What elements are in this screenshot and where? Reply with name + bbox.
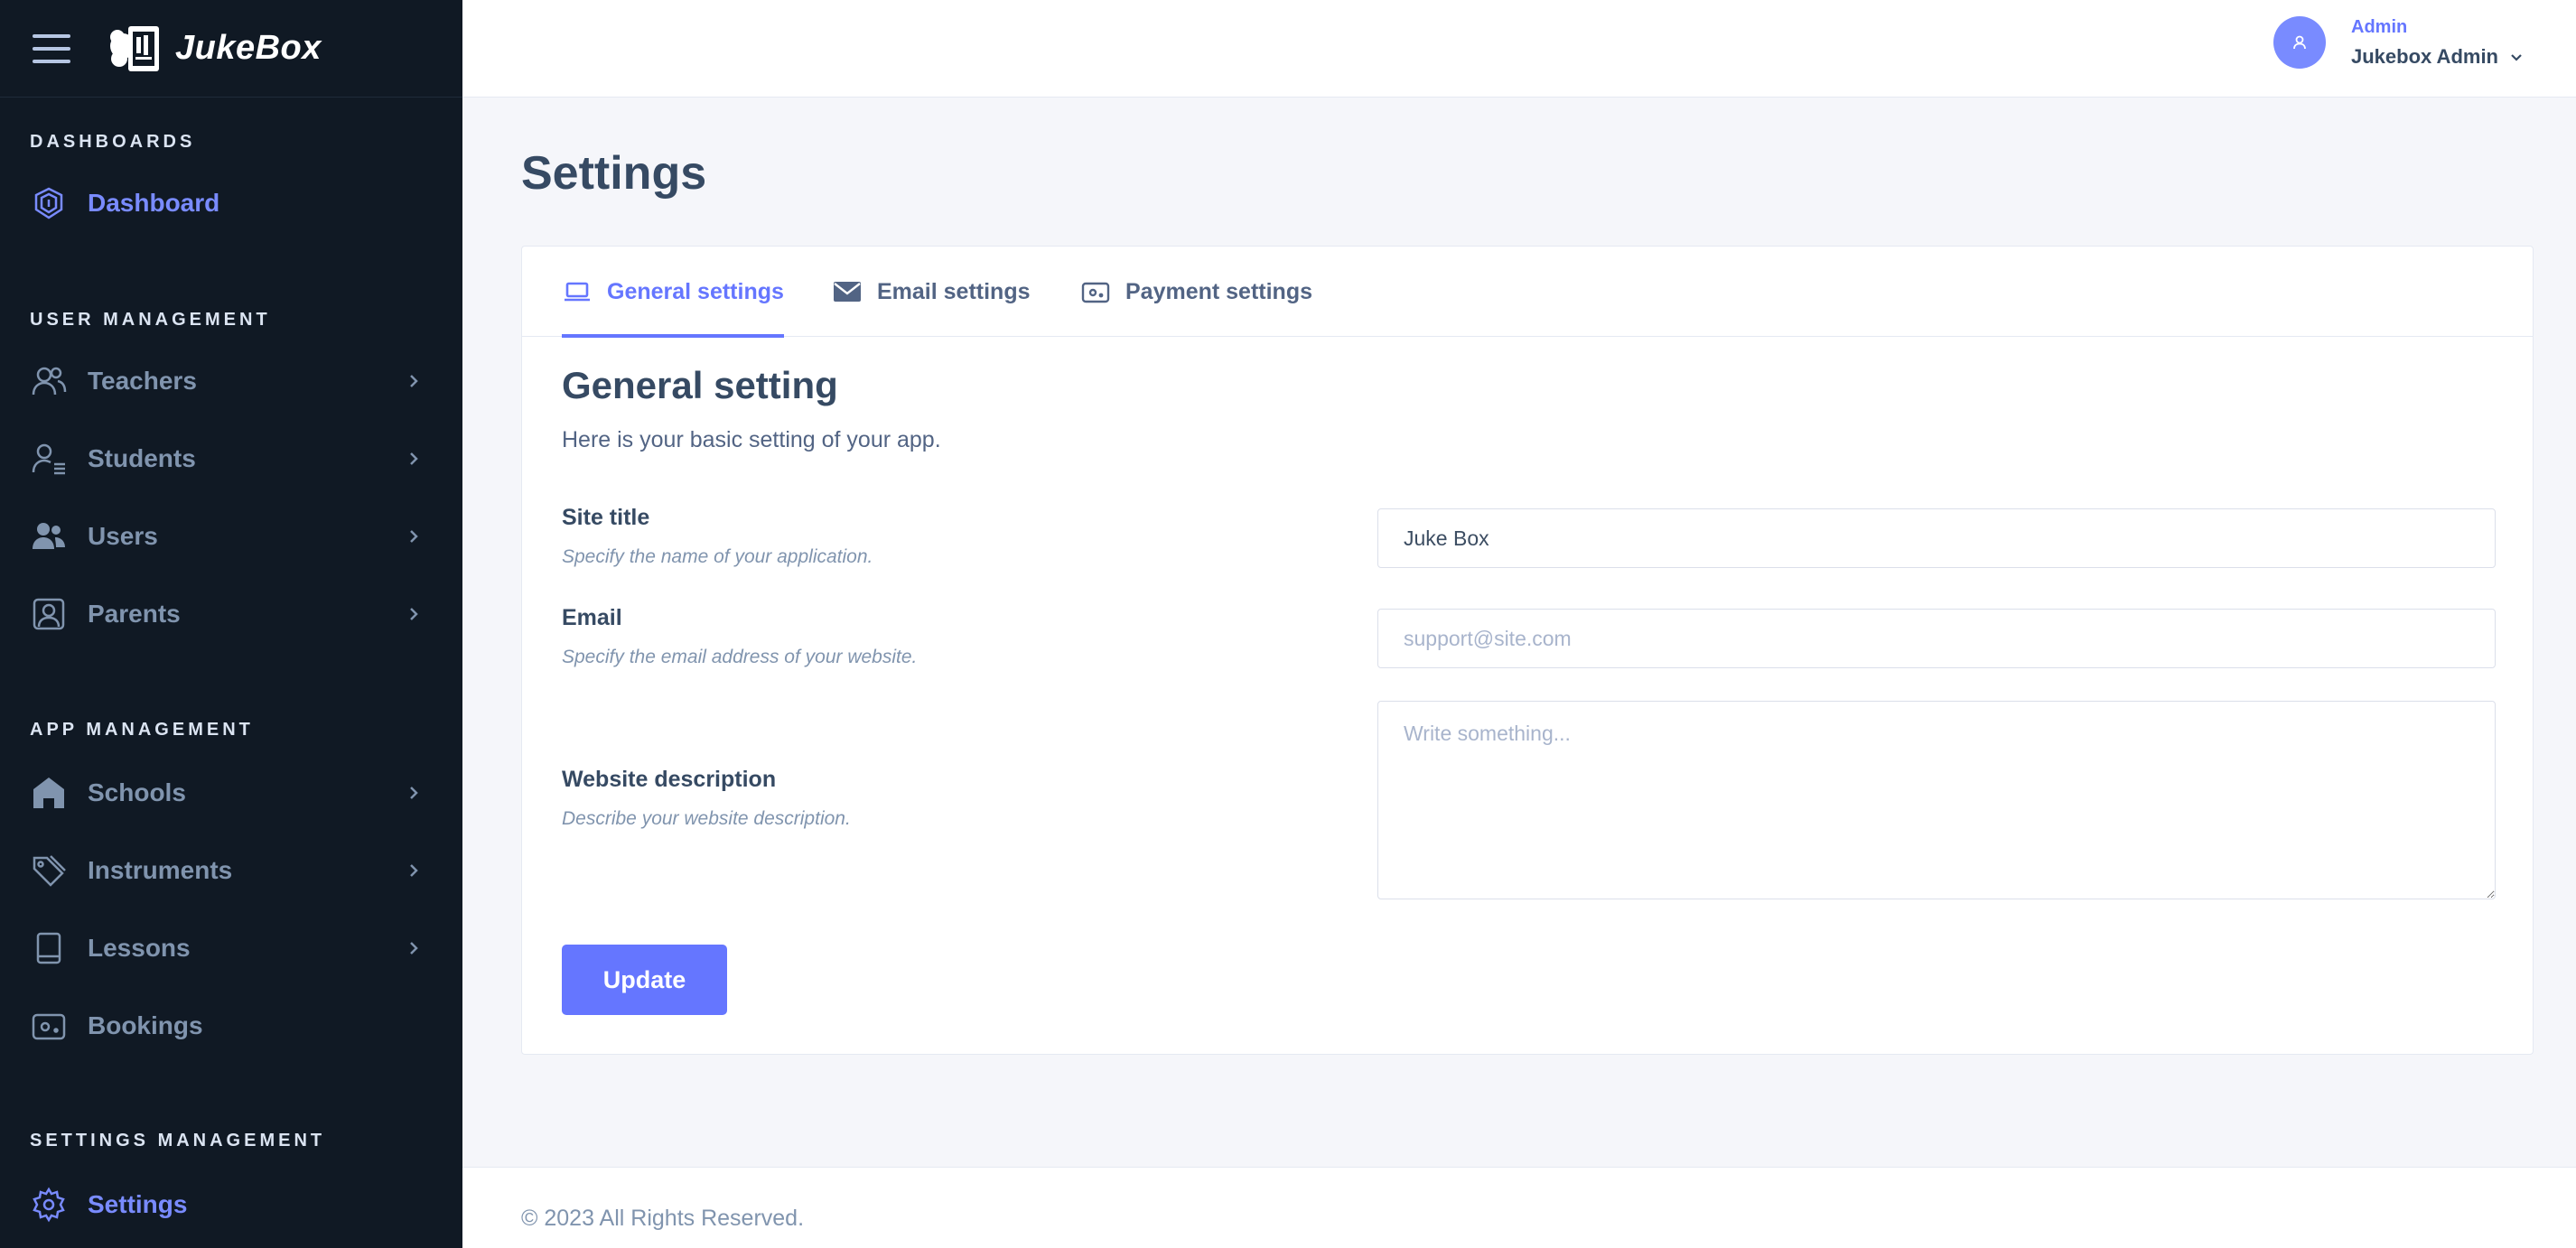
user-name-text: Jukebox Admin <box>2351 44 2498 68</box>
sidebar-item-teachers[interactable]: Teachers <box>0 349 462 414</box>
sidebar-item-label: Teachers <box>88 367 197 395</box>
sidebar-item-label: Instruments <box>88 856 233 884</box>
user-dropdown[interactable]: Admin Jukebox Admin <box>2273 16 2524 69</box>
description-textarea[interactable] <box>1377 701 2496 899</box>
description-label: Website description <box>562 767 777 792</box>
sidebar-header: JukeBox <box>0 0 462 98</box>
tab-label: Payment settings <box>1125 278 1313 304</box>
sidebar-item-label: Parents <box>88 600 181 628</box>
chevron-right-icon <box>410 375 418 387</box>
top-header: Admin Jukebox Admin <box>462 0 2576 98</box>
sidebar: JukeBox DASHBOARDS Dashboard USER MANAGE… <box>0 0 462 1248</box>
site-title-label: Site title <box>562 505 650 530</box>
laptop-icon <box>562 276 593 307</box>
dashboard-icon <box>30 184 68 222</box>
settings-card: General settings Email settings Payment … <box>521 246 2534 1055</box>
copyright-text: © 2023 All Rights Reserved. <box>521 1206 805 1231</box>
user-info: Admin Jukebox Admin <box>2351 17 2524 69</box>
update-button[interactable]: Update <box>562 945 727 1015</box>
section-dashboards: DASHBOARDS <box>30 132 196 152</box>
sidebar-item-settings[interactable]: Settings <box>0 1172 462 1237</box>
chevron-right-icon <box>410 530 418 543</box>
tab-label: Email settings <box>877 278 1031 304</box>
section-user-management: USER MANAGEMENT <box>30 310 271 330</box>
user-icon <box>2293 35 2306 50</box>
sidebar-item-students[interactable]: Students <box>0 426 462 491</box>
email-input[interactable] <box>1377 609 2496 668</box>
parents-icon <box>30 595 68 633</box>
chevron-right-icon <box>410 608 418 620</box>
chevron-down-icon <box>2511 53 2522 61</box>
bookings-icon <box>30 1007 68 1045</box>
teachers-icon <box>30 362 68 400</box>
section-app-management: APP MANAGEMENT <box>30 720 254 740</box>
sidebar-item-dashboard[interactable]: Dashboard <box>0 171 462 236</box>
settings-tabs: General settings Email settings Payment … <box>522 247 2533 338</box>
sidebar-item-lessons[interactable]: Lessons <box>0 916 462 981</box>
sidebar-item-instruments[interactable]: Instruments <box>0 838 462 903</box>
user-name: Jukebox Admin <box>2351 45 2524 69</box>
app-name: JukeBox <box>175 29 322 67</box>
lessons-icon <box>30 929 68 967</box>
tab-general-settings[interactable]: General settings <box>562 247 784 338</box>
logo-icon <box>110 25 159 71</box>
footer: © 2023 All Rights Reserved. <box>462 1167 2576 1248</box>
sidebar-item-schools[interactable]: Schools <box>0 760 462 825</box>
sidebar-item-label: Schools <box>88 778 186 806</box>
tab-email-settings[interactable]: Email settings <box>832 247 1031 337</box>
avatar[interactable] <box>2273 16 2326 69</box>
chevron-right-icon <box>410 452 418 465</box>
page-title: Settings <box>521 147 707 200</box>
sidebar-item-label: Students <box>88 444 196 472</box>
users-icon <box>30 517 68 555</box>
students-icon <box>30 440 68 478</box>
email-label: Email <box>562 605 622 630</box>
sidebar-item-label: Bookings <box>88 1011 203 1039</box>
sidebar-item-label: Settings <box>88 1190 188 1218</box>
instruments-icon <box>30 852 68 889</box>
sidebar-item-label: Users <box>88 522 158 550</box>
sidebar-item-label: Dashboard <box>88 189 220 217</box>
settings-icon <box>30 1186 68 1224</box>
sidebar-item-bookings[interactable]: Bookings <box>0 993 462 1058</box>
chevron-right-icon <box>410 864 418 877</box>
sidebar-item-parents[interactable]: Parents <box>0 582 462 647</box>
email-hint: Specify the email address of your websit… <box>562 647 918 667</box>
tab-label: General settings <box>607 278 784 304</box>
section-subtitle: Here is your basic setting of your app. <box>562 427 941 452</box>
sidebar-item-label: Lessons <box>88 934 191 962</box>
payment-icon <box>1080 276 1111 307</box>
section-settings-management: SETTINGS MANAGEMENT <box>30 1131 326 1150</box>
chevron-right-icon <box>410 787 418 799</box>
user-role: Admin <box>2351 16 2408 37</box>
site-title-hint: Specify the name of your application. <box>562 546 873 567</box>
app-logo[interactable]: JukeBox <box>107 19 322 79</box>
schools-icon <box>30 774 68 812</box>
sidebar-item-users[interactable]: Users <box>0 504 462 569</box>
envelope-icon <box>832 276 863 307</box>
menu-toggle-icon[interactable] <box>33 33 70 63</box>
site-title-input[interactable] <box>1377 508 2496 568</box>
description-hint: Describe your website description. <box>562 808 851 829</box>
tab-payment-settings[interactable]: Payment settings <box>1080 247 1312 337</box>
section-title: General setting <box>562 364 838 406</box>
chevron-right-icon <box>410 942 418 955</box>
